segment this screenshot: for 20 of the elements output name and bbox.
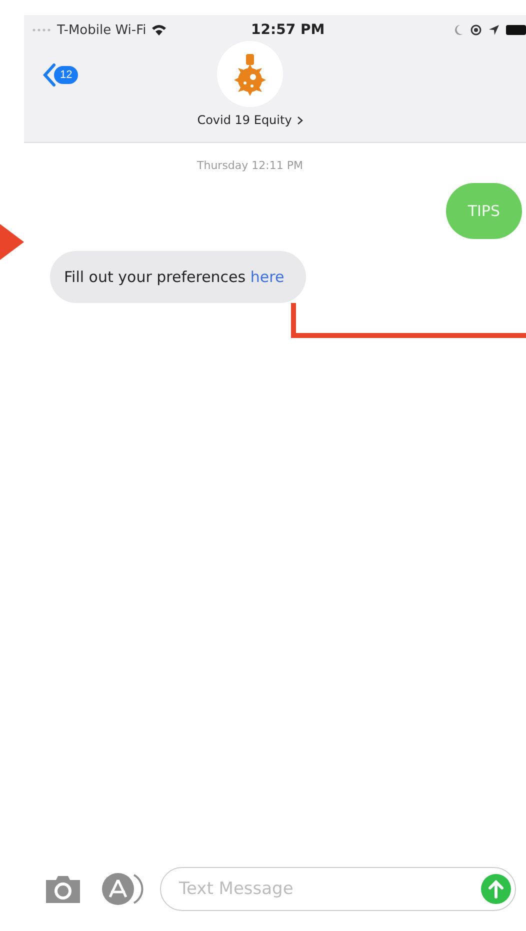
wifi-icon <box>151 24 168 36</box>
camera-icon[interactable] <box>44 874 82 904</box>
annotation-arrow <box>0 224 24 260</box>
sent-message: TIPS <box>446 183 522 239</box>
contact-name[interactable]: Covid 19 Equity <box>197 113 292 127</box>
received-message: Fill out your preferences here <box>50 251 306 303</box>
message-timestamp: Thursday 12:11 PM <box>196 159 304 172</box>
battery-icon <box>506 25 526 35</box>
location-icon <box>488 24 500 36</box>
send-button[interactable] <box>481 874 511 904</box>
signal-icon <box>32 28 52 32</box>
message-input-field[interactable]: Text Message <box>177 878 481 900</box>
moon-icon <box>454 24 464 36</box>
rotation-lock-icon <box>470 24 482 36</box>
chevron-icon[interactable] <box>296 116 303 124</box>
message-link[interactable]: here <box>250 268 284 286</box>
back-icon[interactable] <box>42 63 56 87</box>
carrier-name: T-Mobile Wi-Fi <box>57 22 146 38</box>
message-bar[interactable]: Text Message <box>160 867 516 911</box>
status-time: 12:57 PM <box>251 22 325 38</box>
